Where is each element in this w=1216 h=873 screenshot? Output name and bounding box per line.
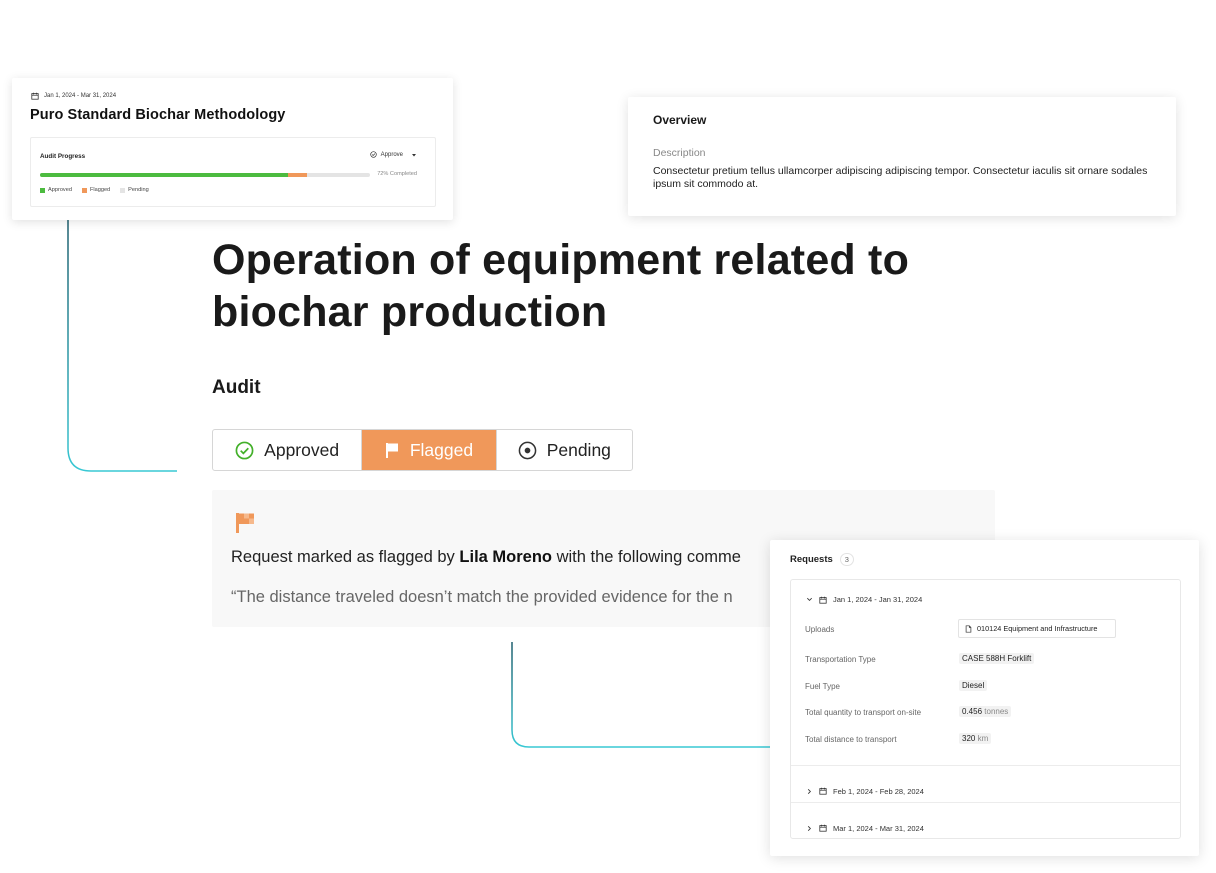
flag-icon bbox=[236, 513, 254, 533]
audit-progress-bar bbox=[40, 173, 370, 177]
check-circle-icon bbox=[235, 441, 254, 459]
requests-list: Jan 1, 2024 - Jan 31, 2024 Uploads 01012… bbox=[790, 579, 1181, 839]
description-label: Description bbox=[653, 147, 706, 159]
status-pending-button[interactable]: Pending bbox=[495, 430, 632, 470]
quantity-unit: tonnes bbox=[984, 707, 1009, 716]
date-range-text: Jan 1, 2024 - Mar 31, 2024 bbox=[44, 93, 117, 99]
status-flagged-label: Flagged bbox=[409, 439, 474, 460]
approve-dropdown[interactable]: Approve bbox=[369, 151, 417, 158]
legend-swatch-approved bbox=[40, 187, 45, 193]
legend-pending: Pending bbox=[120, 187, 149, 193]
requests-card: Requests 3 Jan 1, 2024 - Jan 31, 2024 Up… bbox=[770, 540, 1199, 856]
distance-unit: km bbox=[977, 734, 989, 743]
audit-heading: Audit bbox=[212, 377, 261, 398]
status-approved-button[interactable]: Approved bbox=[213, 430, 363, 470]
overview-card: Overview Description Consectetur pretium… bbox=[628, 97, 1176, 216]
calendar-icon bbox=[819, 824, 827, 832]
calendar-icon bbox=[819, 596, 827, 604]
file-icon bbox=[965, 624, 972, 633]
chevron-right-icon bbox=[807, 788, 811, 794]
approve-dropdown-label: Approve bbox=[380, 151, 403, 158]
transport-type-chip: CASE 588H Forklift bbox=[959, 653, 1035, 664]
uploads-label: Uploads bbox=[805, 625, 835, 634]
flag-message-prefix: Request marked as flagged by bbox=[231, 548, 455, 566]
legend-label-flagged: Flagged bbox=[89, 187, 111, 193]
distance-value: 320 km bbox=[959, 733, 992, 744]
request-group-header[interactable]: Feb 1, 2024 - Feb 28, 2024 bbox=[791, 765, 1180, 802]
page-title: Operation of equipment related to biocha… bbox=[212, 236, 910, 336]
fuel-type-chip: Diesel bbox=[959, 680, 988, 691]
description-text: Consectetur pretium tellus ullamcorper a… bbox=[653, 165, 1148, 190]
audit-status-selector: Approved Flagged Pending bbox=[212, 429, 633, 471]
date-range: Jan 1, 2024 - Mar 31, 2024 bbox=[31, 92, 116, 100]
distance-number: 320 bbox=[962, 734, 976, 743]
requests-title: Requests bbox=[790, 554, 833, 565]
audit-progress-panel: Audit Progress Approve 72% Completed App… bbox=[30, 137, 436, 207]
legend-swatch-flagged bbox=[81, 187, 87, 193]
legend-approved: Approved bbox=[40, 187, 72, 193]
progress-approved-segment bbox=[40, 173, 288, 177]
request-group-date: Feb 1, 2024 - Feb 28, 2024 bbox=[833, 786, 924, 796]
request-group-date: Jan 1, 2024 - Jan 31, 2024 bbox=[833, 595, 923, 604]
status-flagged-button[interactable]: Flagged bbox=[362, 430, 496, 470]
pending-dot-icon bbox=[518, 441, 537, 459]
status-approved-label: Approved bbox=[264, 439, 340, 460]
flag-icon bbox=[385, 442, 398, 458]
distance-label: Total distance to transport bbox=[805, 735, 897, 744]
flag-comment-text: “The distance traveled doesn’t match the… bbox=[231, 588, 733, 606]
requests-header: Requests 3 bbox=[790, 553, 854, 566]
progress-flagged-segment bbox=[287, 173, 308, 177]
upload-file-chip[interactable]: 010124 Equipment and Infrastructure bbox=[958, 619, 1116, 638]
legend-label-pending: Pending bbox=[128, 187, 149, 193]
requests-count-badge: 3 bbox=[839, 553, 854, 566]
status-pending-label: Pending bbox=[546, 439, 611, 460]
flag-message-suffix: with the following comme bbox=[556, 548, 741, 566]
overview-title: Overview bbox=[653, 113, 707, 127]
chevron-right-icon bbox=[807, 825, 811, 831]
request-group-header[interactable]: Jan 1, 2024 - Jan 31, 2024 bbox=[791, 595, 1180, 604]
request-group-header[interactable]: Mar 1, 2024 - Mar 31, 2024 bbox=[791, 802, 1180, 839]
methodology-title: Puro Standard Biochar Methodology bbox=[30, 107, 286, 123]
chevron-down-icon bbox=[807, 597, 812, 601]
flag-message: Request marked as flagged by Lila Moreno… bbox=[231, 548, 741, 567]
audit-progress-title: Audit Progress bbox=[40, 153, 86, 160]
quantity-label: Total quantity to transport on-site bbox=[805, 708, 922, 717]
transport-type-value: CASE 588H Forklift bbox=[959, 653, 1035, 664]
quantity-number: 0.456 bbox=[962, 707, 983, 716]
transport-type-label: Transportation Type bbox=[805, 655, 876, 664]
flag-user-name: Lila Moreno bbox=[459, 548, 552, 566]
upload-file-name: 010124 Equipment and Infrastructure bbox=[977, 624, 1098, 633]
fuel-type-value: Diesel bbox=[959, 680, 988, 691]
fuel-type-label: Fuel Type bbox=[805, 682, 840, 691]
request-group-date: Mar 1, 2024 - Mar 31, 2024 bbox=[833, 823, 924, 833]
methodology-card: Jan 1, 2024 - Mar 31, 2024 Puro Standard… bbox=[12, 78, 453, 220]
check-circle-icon bbox=[369, 151, 377, 158]
progress-completed-label: 72% Completed bbox=[377, 171, 417, 177]
legend-swatch-pending bbox=[120, 187, 126, 193]
legend-flagged: Flagged bbox=[81, 187, 111, 193]
caret-down-icon bbox=[412, 153, 416, 156]
progress-legend: Approved Flagged Pending bbox=[40, 187, 149, 193]
calendar-icon bbox=[31, 92, 39, 100]
calendar-icon bbox=[819, 787, 827, 795]
quantity-value: 0.456 tonnes bbox=[959, 706, 1012, 717]
legend-label-approved: Approved bbox=[48, 187, 72, 193]
